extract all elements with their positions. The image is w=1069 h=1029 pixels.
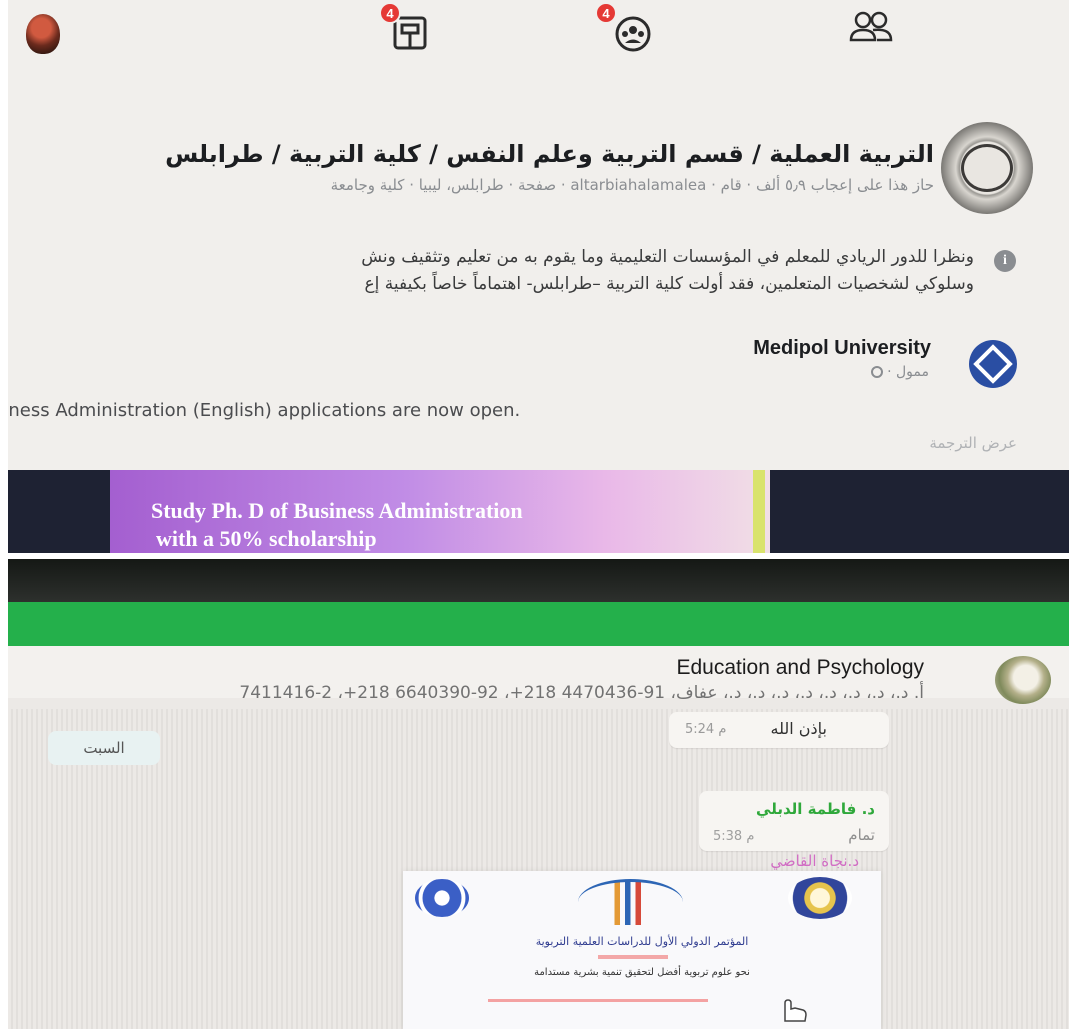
message-bubble[interactable]: بإذن الله 5:24 م bbox=[669, 712, 889, 748]
description-line-2: وسلوكي لشخصيات المتعلمين، فقد أولت كلية … bbox=[364, 274, 974, 294]
whatsapp-green-bar bbox=[8, 602, 1069, 646]
date-divider: السبت bbox=[48, 731, 160, 765]
facebook-top-nav: 4 4 bbox=[8, 0, 1069, 68]
banner-subheadline: with a 50% scholarship bbox=[156, 526, 377, 551]
profile-avatar[interactable] bbox=[26, 14, 60, 54]
poster-divider bbox=[598, 955, 668, 959]
message-text: بإذن الله bbox=[770, 719, 827, 738]
see-translation-link[interactable]: عرض الترجمة bbox=[929, 434, 1017, 452]
message-time: 5:24 م bbox=[685, 722, 727, 737]
community-notification-badge: 4 bbox=[595, 2, 617, 24]
nav-friends-tab[interactable] bbox=[840, 4, 900, 64]
message-time: 5:38 م bbox=[713, 829, 755, 844]
university-logo-left bbox=[415, 879, 469, 917]
description-line-1: ونظرا للدور الريادي للمعلم في المؤسسات ا… bbox=[361, 247, 974, 267]
hand-cursor-icon bbox=[784, 999, 807, 1022]
sponsored-label: ممول · bbox=[867, 364, 929, 380]
ad-banner-image[interactable]: Study Ph. D of Business Administration w… bbox=[8, 470, 1069, 553]
poster-title: المؤتمر الدولي الأول للدراسات العلمية ال… bbox=[535, 935, 749, 948]
nav-groups-tab[interactable]: 4 bbox=[379, 2, 443, 64]
banner-headline: Study Ph. D of Business Administration bbox=[151, 498, 523, 523]
nav-community-tab[interactable]: 4 bbox=[595, 2, 663, 64]
advertiser-name[interactable]: Medipol University bbox=[753, 337, 931, 360]
banner-accent-strip bbox=[753, 470, 765, 553]
page-title[interactable]: التربية العملية / قسم التربية وعلم النفس… bbox=[165, 140, 934, 168]
globe-icon bbox=[870, 366, 883, 378]
message-bubble[interactable]: د. فاطمة الدبلي تمام 5:38 م bbox=[699, 791, 889, 851]
group-members: أ. د.، د.، د.، د.، د.، د.، د.، د.، عفاف،… bbox=[239, 683, 924, 703]
poster-subtitle: نحو علوم تربوية أفضل لتحقيق تنمية بشرية … bbox=[534, 967, 750, 978]
message-sender[interactable]: د. فاطمة الدبلي bbox=[756, 800, 875, 818]
page-description: ونظرا للدور الريادي للمعلم في المؤسسات ا… bbox=[8, 244, 974, 298]
poster-divider-2 bbox=[488, 999, 708, 1002]
message-sender[interactable]: د.نجاة القاضي bbox=[770, 852, 859, 870]
window-titlebar bbox=[8, 559, 1069, 602]
shared-image-poster[interactable]: المؤتمر الدولي الأول للدراسات العلمية ال… bbox=[403, 871, 881, 1029]
page-logo[interactable] bbox=[941, 122, 1033, 214]
group-name[interactable]: Education and Psychology bbox=[677, 656, 925, 680]
conference-logo bbox=[578, 879, 683, 925]
whatsapp-panel: Education and Psychology أ. د.، د.، د.، … bbox=[8, 559, 1069, 1029]
friends-icon bbox=[849, 11, 893, 42]
ad-text: siness Administration (English) applicat… bbox=[8, 400, 521, 421]
info-icon: i bbox=[994, 250, 1016, 272]
message-text: تمام bbox=[848, 826, 875, 844]
facebook-panel: 4 4 التربية العملية / قسم التربية وعلم ا… bbox=[8, 0, 1069, 553]
university-logo-right bbox=[788, 877, 852, 919]
calligraphy-emblem bbox=[961, 144, 1013, 192]
group-avatar[interactable] bbox=[995, 656, 1051, 704]
advertiser-logo[interactable] bbox=[969, 340, 1017, 388]
page-meta: صفحة · طرابلس، ليبيا · كلية وجامعة · alt… bbox=[330, 176, 934, 194]
groups-notification-badge: 4 bbox=[379, 2, 401, 24]
sponsored-text: ممول · bbox=[887, 364, 929, 380]
